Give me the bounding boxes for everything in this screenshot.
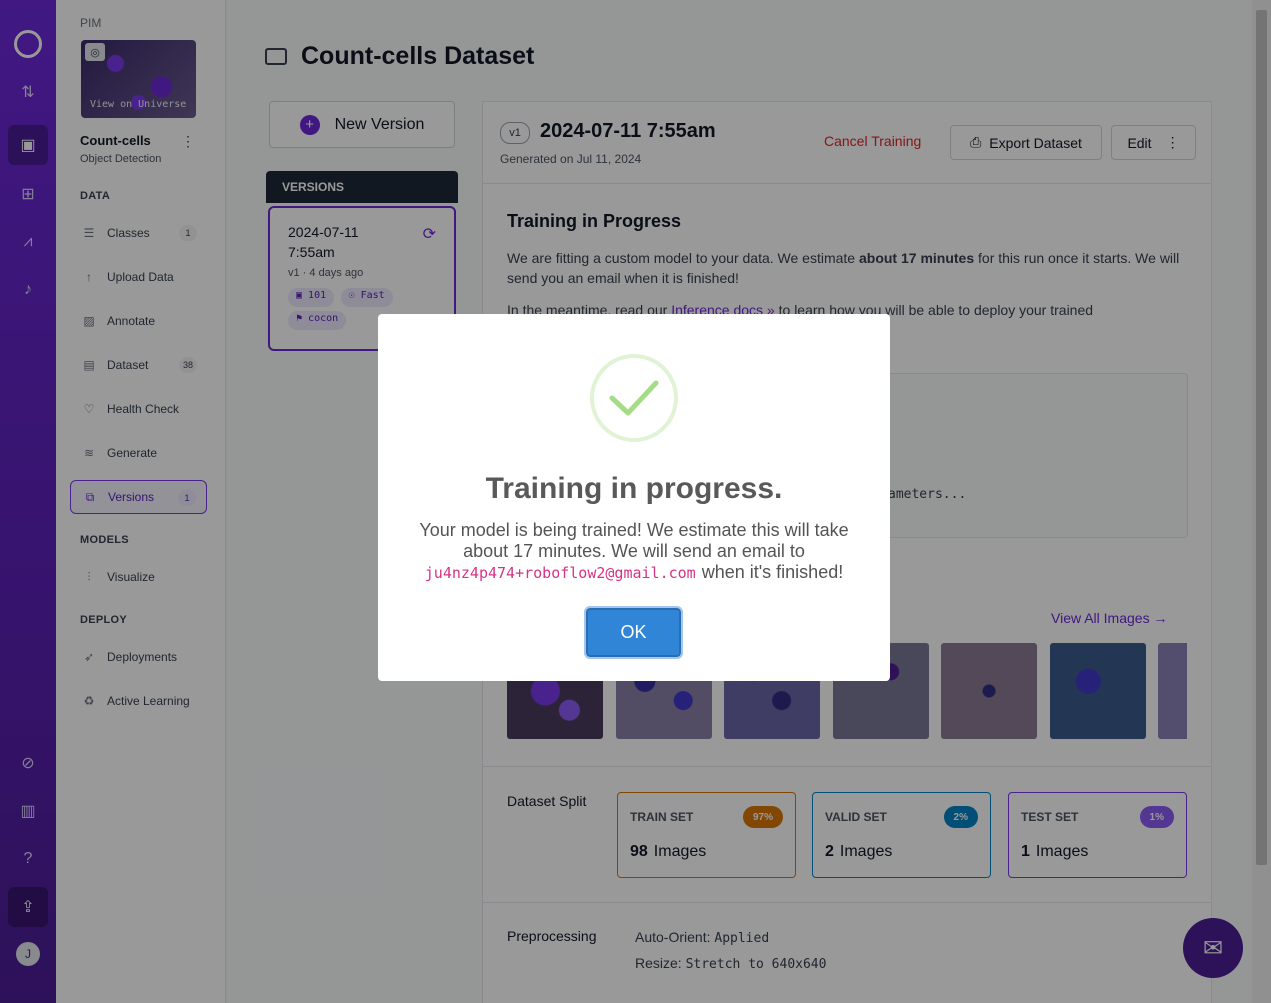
modal-message: Your model is being trained! We estimate… <box>419 520 849 582</box>
training-modal: Training in progress. Your model is bein… <box>378 314 890 681</box>
ok-button[interactable]: OK <box>584 606 683 659</box>
modal-backdrop[interactable]: Training in progress. Your model is bein… <box>0 0 1271 1003</box>
modal-title: Training in progress. <box>485 472 783 505</box>
modal-email: ju4nz4p474+roboflow2@gmail.com <box>424 564 696 582</box>
success-check-icon <box>590 354 678 442</box>
